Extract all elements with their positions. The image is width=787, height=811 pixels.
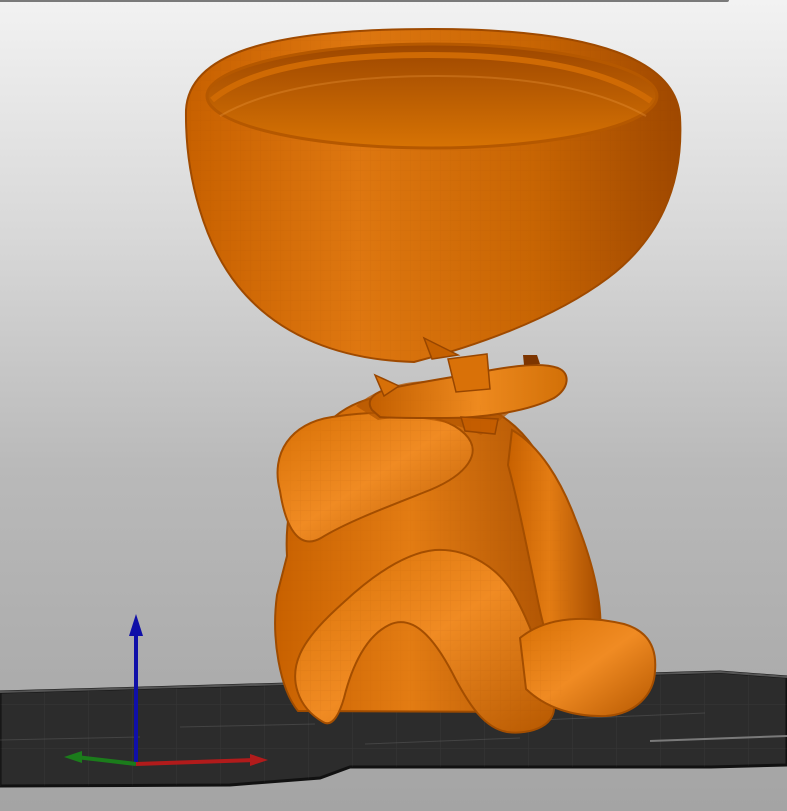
3d-viewport[interactable]: #d36e0a bbox=[0, 0, 787, 811]
z-axis-arrow bbox=[129, 614, 143, 636]
bowl-opening[interactable] bbox=[205, 42, 659, 150]
figurine-model[interactable] bbox=[184, 27, 682, 734]
scene-canvas[interactable] bbox=[0, 0, 787, 811]
